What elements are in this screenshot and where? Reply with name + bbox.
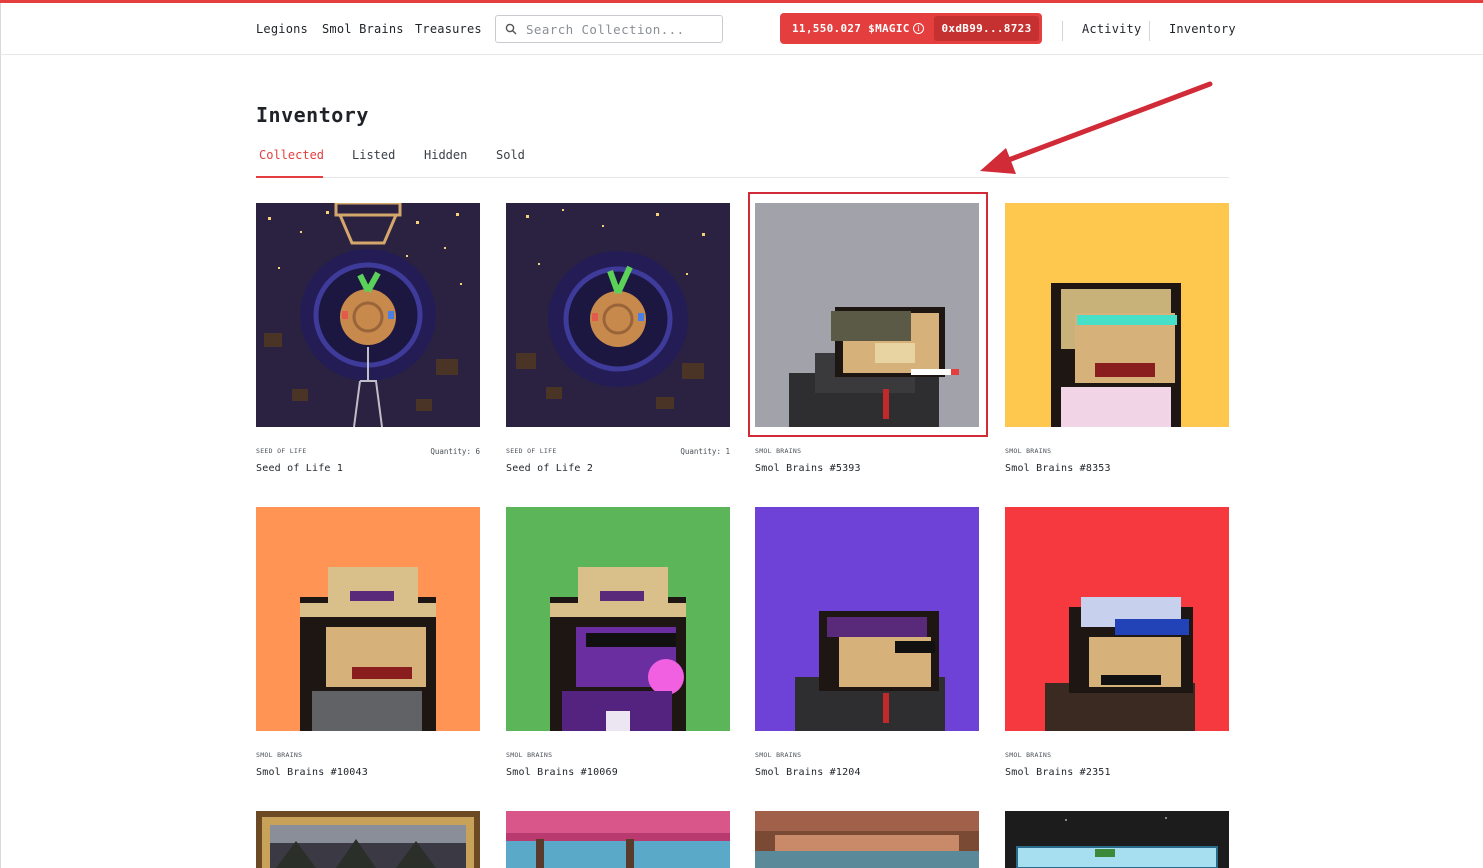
annotation-arrow (980, 81, 1213, 174)
window-edge (0, 3, 1, 868)
divider (1149, 21, 1150, 41)
item-name[interactable]: Smol Brains #10043 (256, 767, 368, 778)
inventory-card[interactable] (1005, 811, 1229, 868)
info-icon[interactable]: i (913, 23, 924, 34)
annotation-highlight-box (748, 192, 988, 437)
item-name[interactable]: Smol Brains #2351 (1005, 767, 1111, 778)
item-image[interactable] (256, 507, 480, 731)
collection-label: SMOL BRAINS (1005, 751, 1052, 759)
item-image[interactable] (755, 507, 979, 731)
nav-inventory[interactable]: Inventory (1169, 22, 1236, 36)
search-box[interactable] (495, 15, 723, 43)
item-name[interactable]: Seed of Life 2 (506, 463, 593, 474)
active-tab-indicator (256, 176, 323, 178)
tab-sold[interactable]: Sold (496, 148, 525, 162)
item-name[interactable]: Smol Brains #10069 (506, 767, 618, 778)
magic-balance[interactable]: 11,550.027 $MAGIC (780, 13, 935, 44)
nav-legions[interactable]: Legions (256, 22, 308, 36)
collection-label: SMOL BRAINS (256, 751, 303, 759)
item-name[interactable]: Smol Brains #1204 (755, 767, 861, 778)
item-image[interactable] (1005, 507, 1229, 731)
item-image[interactable] (1005, 811, 1229, 868)
tab-collected[interactable]: Collected (259, 148, 324, 162)
inventory-card[interactable] (755, 811, 979, 868)
nav-activity[interactable]: Activity (1082, 22, 1141, 36)
item-image[interactable] (506, 811, 730, 868)
divider (1062, 21, 1063, 41)
wallet-address-button[interactable]: 0xdB99...8723 (934, 16, 1039, 41)
collection-label: SMOL BRAINS (1005, 447, 1052, 455)
item-image[interactable] (755, 811, 979, 868)
collection-label: SEED OF LIFE (256, 447, 307, 455)
search-icon (505, 23, 517, 35)
quantity-label: Quantity: 6 (430, 447, 480, 456)
page-title: Inventory (256, 103, 369, 127)
item-image[interactable] (506, 507, 730, 731)
item-image[interactable] (256, 811, 480, 868)
item-image[interactable] (256, 203, 480, 427)
collection-label: SMOL BRAINS (506, 751, 553, 759)
collection-label: SMOL BRAINS (755, 447, 802, 455)
search-input[interactable] (526, 20, 716, 38)
inventory-card[interactable] (256, 811, 480, 868)
item-image[interactable] (506, 203, 730, 427)
wallet-widget[interactable]: 11,550.027 $MAGIC i 0xdB99...8723 (780, 13, 1042, 44)
nav-treasures[interactable]: Treasures (415, 22, 482, 36)
collection-label: SEED OF LIFE (506, 447, 557, 455)
item-name[interactable]: Smol Brains #5393 (755, 463, 861, 474)
collection-label: SMOL BRAINS (755, 751, 802, 759)
top-navbar: Legions Smol Brains Treasures 11,550.027… (0, 3, 1483, 55)
item-image[interactable] (1005, 203, 1229, 427)
tab-listed[interactable]: Listed (352, 148, 395, 162)
inventory-card[interactable] (506, 811, 730, 868)
quantity-label: Quantity: 1 (680, 447, 730, 456)
nav-smol-brains[interactable]: Smol Brains (322, 22, 404, 36)
tab-hidden[interactable]: Hidden (424, 148, 467, 162)
item-name[interactable]: Smol Brains #8353 (1005, 463, 1111, 474)
item-name[interactable]: Seed of Life 1 (256, 463, 343, 474)
